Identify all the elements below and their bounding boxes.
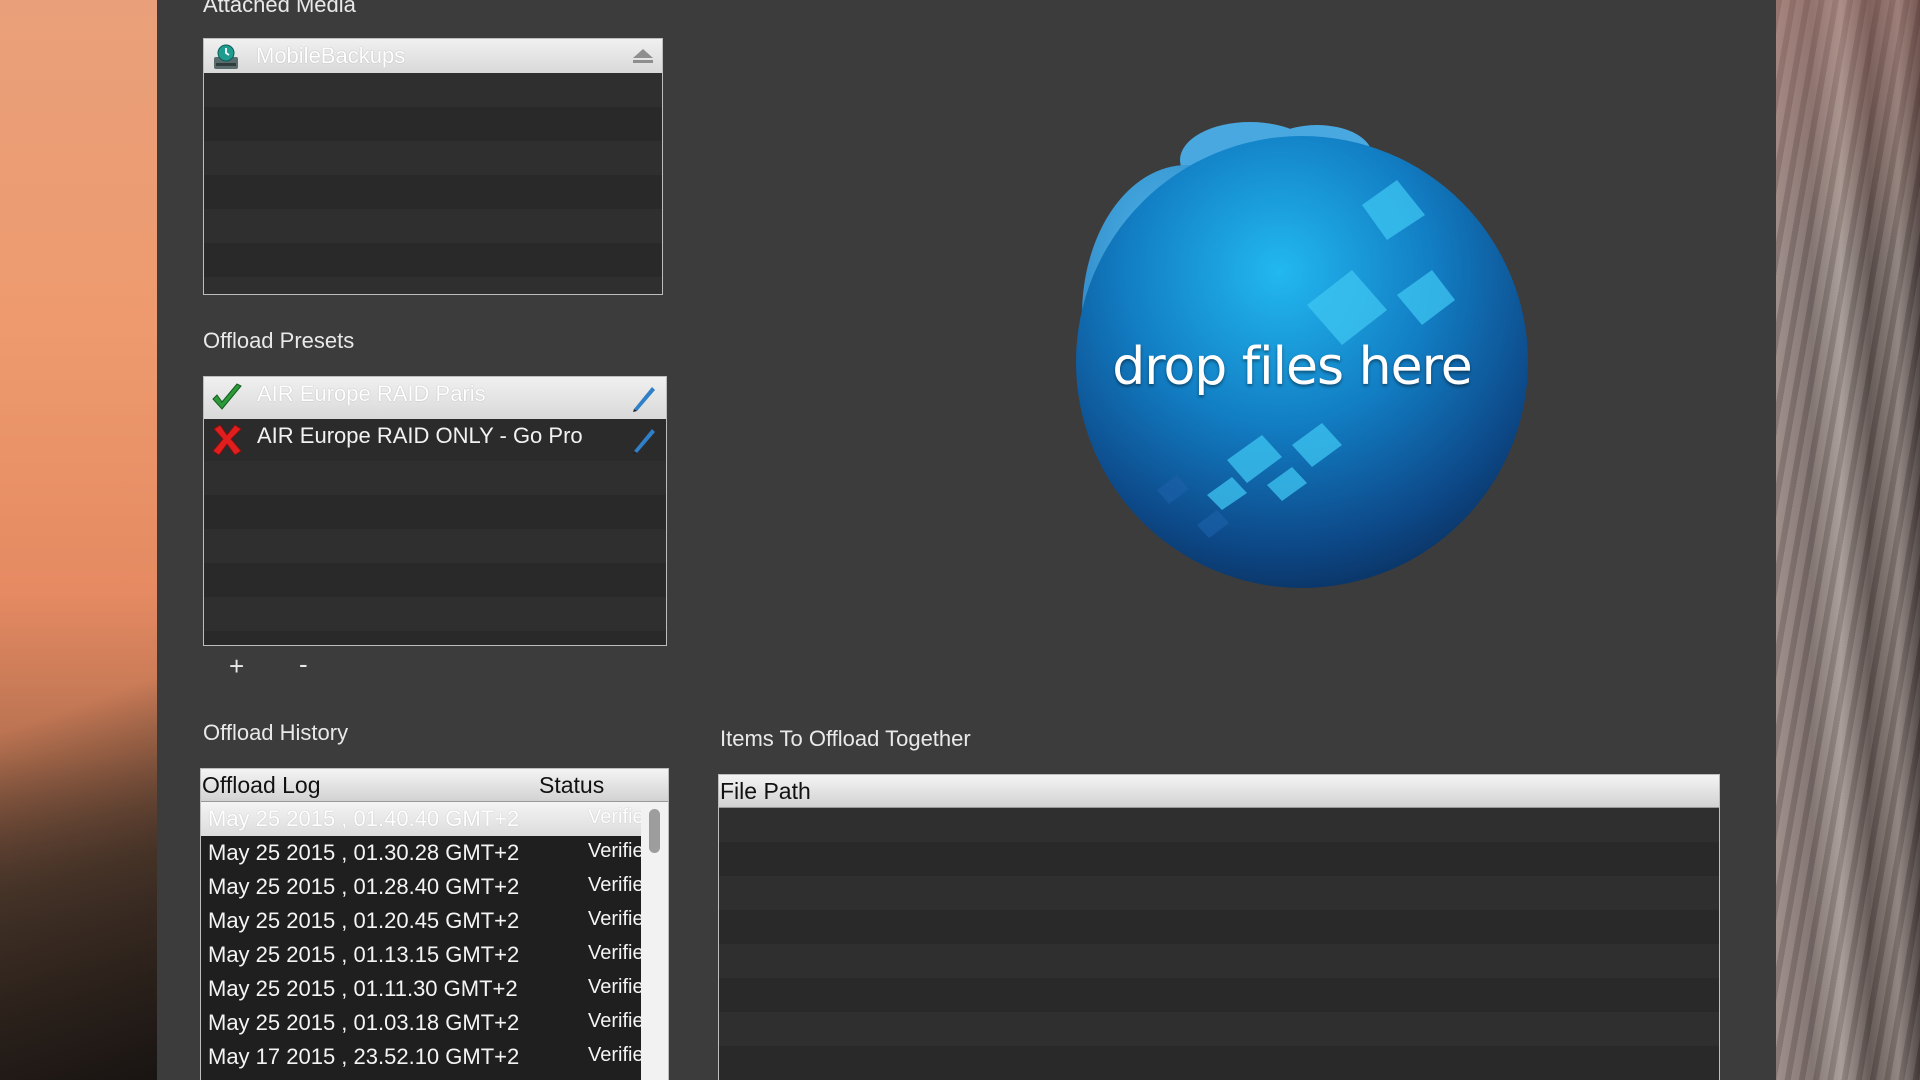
attached-media-list[interactable]: MobileBackups [203, 38, 663, 295]
table-row[interactable]: May 17 2015 , 23.52.10 GMT+2 Verified [201, 1040, 655, 1074]
log-cell: May 25 2015 , 01.28.40 GMT+2 [208, 874, 520, 899]
history-scrollbar[interactable] [641, 802, 668, 1080]
offload-history-table[interactable]: Offload Log Status May 25 2015 , 01.40.4… [200, 768, 669, 1080]
offload-presets-list[interactable]: AIR Europe RAID Paris AIR Europe RAID ON… [203, 376, 667, 646]
column-header-offload-log[interactable]: Offload Log [202, 772, 321, 799]
log-cell: May 17 2015 , 23.52.10 GMT+2 [208, 1044, 520, 1069]
offload-presets-title: Offload Presets [203, 328, 355, 353]
log-cell: May 25 2015 , 01.20.45 GMT+2 [208, 908, 520, 933]
desktop-wallpaper-right [1776, 0, 1920, 1080]
attached-media-title: Attached Media [203, 0, 356, 17]
table-row[interactable]: May 25 2015 , 01.30.28 GMT+2 Verified [201, 836, 655, 870]
desktop-wallpaper-left [0, 0, 157, 1080]
offload-history-title: Offload History [203, 720, 349, 745]
table-row[interactable]: May 25 2015 , 01.11.30 GMT+2 Verified [201, 972, 655, 1006]
add-preset-button[interactable]: + [229, 651, 244, 682]
list-background [204, 73, 662, 294]
pencil-edit-icon[interactable] [628, 383, 658, 413]
log-cell: May 25 2015 , 01.03.18 GMT+2 [208, 1010, 520, 1035]
column-header-file-path[interactable]: File Path [720, 778, 811, 805]
history-rows: May 25 2015 , 01.40.40 GMT+2 Verified Ma… [201, 802, 655, 1080]
drop-files-text: drop files here [1112, 337, 1473, 397]
table-row[interactable]: May 25 2015 , 01.13.15 GMT+2 Verified [201, 938, 655, 972]
time-machine-disk-icon [214, 44, 238, 69]
preset-item-label: AIR Europe RAID Paris [257, 381, 486, 406]
table-row[interactable]: May 25 2015 , 01.28.40 GMT+2 Verified [201, 870, 655, 904]
table-header: File Path [719, 775, 1719, 808]
table-row[interactable]: May 25 2015 , 01.20.45 GMT+2 Verified [201, 904, 655, 938]
table-row[interactable]: May 25 2015 , 01.03.18 GMT+2 Verified [201, 1006, 655, 1040]
log-cell: May 25 2015 , 01.30.28 GMT+2 [208, 840, 520, 865]
log-cell: May 25 2015 , 01.11.30 GMT+2 [208, 976, 518, 1001]
preset-item-label: AIR Europe RAID ONLY - Go Pro [257, 423, 583, 448]
list-background [204, 461, 666, 645]
items-to-offload-title: Items To Offload Together [720, 726, 971, 751]
table-background [719, 808, 1719, 1080]
table-header: Offload Log Status [201, 769, 668, 802]
checkmark-icon [212, 383, 242, 410]
items-to-offload-table[interactable]: File Path [718, 774, 1720, 1080]
remove-preset-button[interactable]: - [299, 649, 308, 680]
media-item-mobilebackups[interactable]: MobileBackups [204, 39, 662, 73]
drop-zone[interactable]: drop files here [977, 105, 1607, 595]
media-item-label: MobileBackups [256, 43, 406, 68]
preset-item-air-europe-raid-only-go-pro[interactable]: AIR Europe RAID ONLY - Go Pro [204, 419, 666, 461]
table-row[interactable]: May 25 2015 , 01.40.40 GMT+2 Verified [201, 802, 655, 836]
app-window: Attached Media MobileBackups Offload Pre… [157, 0, 1776, 1080]
column-header-status[interactable]: Status [539, 772, 604, 799]
scrollbar-thumb[interactable] [649, 809, 660, 853]
red-x-icon [212, 424, 242, 456]
log-cell: May 25 2015 , 01.13.15 GMT+2 [208, 942, 520, 967]
eject-icon[interactable] [632, 48, 654, 64]
log-cell: May 25 2015 , 01.40.40 GMT+2 [208, 806, 520, 831]
pencil-edit-icon[interactable] [628, 425, 658, 455]
preset-item-air-europe-raid-paris[interactable]: AIR Europe RAID Paris [204, 377, 666, 419]
